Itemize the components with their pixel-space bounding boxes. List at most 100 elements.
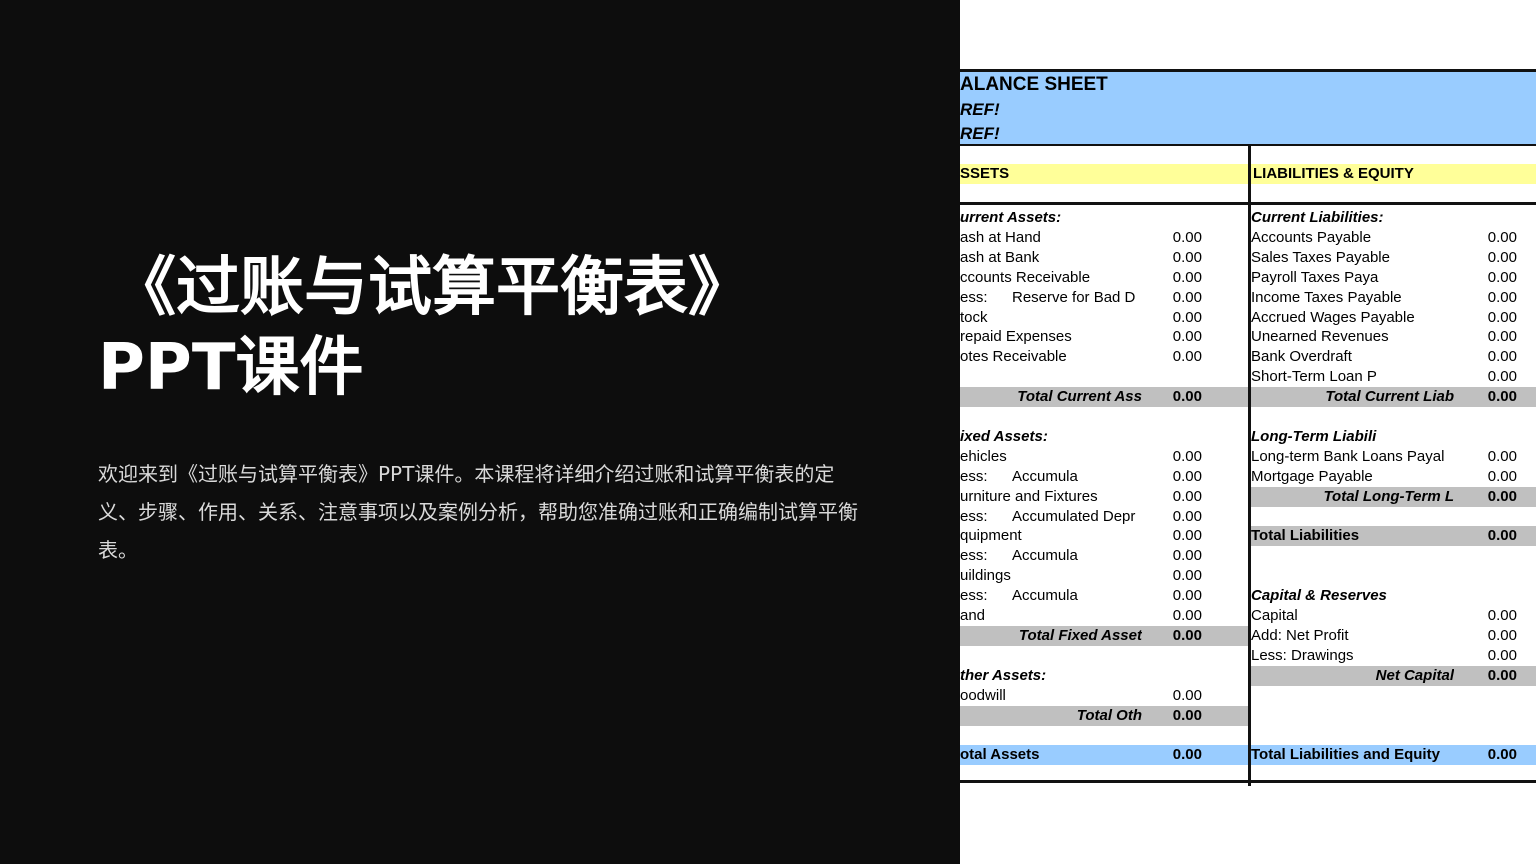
table-row: urniture and Fixtures 0.00 xyxy=(960,487,1248,507)
row-value: 0.00 xyxy=(1172,527,1202,545)
row-label: Short-Term Loan P xyxy=(1251,368,1377,386)
sheet-ref-2: REF! xyxy=(960,124,1000,143)
table-row: Long-term Bank Loans Payal 0.00 xyxy=(1251,447,1536,467)
section-heading: ixed Assets: xyxy=(960,427,1248,447)
row-value: 0.00 xyxy=(1487,368,1517,386)
row-label: Total Fixed Asset xyxy=(1018,626,1142,644)
section-heading: urrent Assets: xyxy=(960,208,1248,228)
total-row: Total Current Ass 0.00 xyxy=(960,387,1248,408)
row-value: 0.00 xyxy=(1487,328,1517,346)
row-label: ess: Reserve for Bad D xyxy=(960,288,1136,306)
row-label: Capital xyxy=(1251,607,1298,624)
total-row: Total Long-Term L 0.00 xyxy=(1251,486,1536,507)
row-value: 0.00 xyxy=(1172,626,1202,644)
assets-header: SSETS xyxy=(960,164,1248,184)
row-label: ash at Bank xyxy=(960,248,1040,266)
blank-row xyxy=(1251,686,1536,706)
row-value: 0.00 xyxy=(1487,746,1517,764)
row-label: Net Capital xyxy=(1375,666,1454,684)
less-prefix: ess: xyxy=(960,288,988,306)
row-label: Payroll Taxes Paya xyxy=(1251,268,1379,286)
row-value: 0.00 xyxy=(1487,646,1517,664)
row-value: 0.00 xyxy=(1172,547,1202,565)
sheet-header: ALANCE SHEET REF! REF! xyxy=(960,72,1536,146)
total-row: Total Current Liab 0.00 xyxy=(1251,387,1536,408)
dark-panel: 《过账与试算平衡表》 PPT课件 欢迎来到《过账与试算平衡表》PPT课件。本课程… xyxy=(0,0,960,864)
row-label: ccounts Receivable xyxy=(960,268,1091,286)
table-row: oodwill 0.00 xyxy=(960,686,1248,706)
title-line-2: PPT课件 xyxy=(98,331,364,405)
row-label: quipment xyxy=(960,527,1022,545)
row-label: Current Liabilities: xyxy=(1251,209,1384,226)
total-row: Total Liabilities 0.00 xyxy=(1251,526,1536,547)
table-row: uildings 0.00 xyxy=(960,566,1248,586)
row-value: 0.00 xyxy=(1487,626,1517,644)
row-value: 0.00 xyxy=(1172,308,1202,326)
less-prefix: ess: xyxy=(960,547,988,565)
row-value: 0.00 xyxy=(1487,268,1517,286)
table-row: Bank Overdraft 0.00 xyxy=(1251,347,1536,367)
row-label: urniture and Fixtures xyxy=(960,487,1098,505)
row-label: ess: Accumula xyxy=(960,587,1078,605)
sheet-title: ALANCE SHEET xyxy=(960,74,1108,95)
table-row: ess: Accumula 0.00 xyxy=(960,586,1248,606)
table-row: Capital 0.00 xyxy=(1251,606,1536,626)
section-heading: ther Assets: xyxy=(960,666,1248,686)
row-label: Total Liabilities and Equity xyxy=(1251,746,1440,764)
row-label: ixed Assets: xyxy=(960,427,1048,445)
row-value: 0.00 xyxy=(1172,467,1202,485)
assets-rule xyxy=(960,202,1248,205)
blank-row xyxy=(1251,725,1536,745)
title-line-1: 《过账与试算平衡表》 xyxy=(112,251,752,325)
row-value: 0.00 xyxy=(1487,447,1517,465)
table-row: Add: Net Profit 0.00 xyxy=(1251,626,1536,646)
row-label: Unearned Revenues xyxy=(1251,328,1389,346)
balance-sheet-image: ALANCE SHEET REF! REF! SSETS LIABILITIES… xyxy=(960,0,1536,864)
row-value: 0.00 xyxy=(1172,587,1202,605)
row-value: 0.00 xyxy=(1487,666,1517,684)
section-heading: Capital & Reserves xyxy=(1251,586,1536,606)
table-row: ess: Accumula 0.00 xyxy=(960,546,1248,566)
table-row: ash at Hand 0.00 xyxy=(960,228,1248,248)
blank-row xyxy=(1251,706,1536,726)
row-label: Long-term Bank Loans Payal xyxy=(1251,447,1445,465)
row-label: ther Assets: xyxy=(960,666,1047,684)
row-label: otal Assets xyxy=(960,746,1040,764)
row-value: 0.00 xyxy=(1487,248,1517,266)
row-value: 0.00 xyxy=(1487,228,1517,246)
less-prefix: ess: xyxy=(960,507,988,525)
total-row: Total Fixed Asset 0.00 xyxy=(960,625,1248,646)
table-row: and 0.00 xyxy=(960,606,1248,626)
sheet-ref-1: REF! xyxy=(960,100,1000,119)
row-value: 0.00 xyxy=(1172,248,1202,266)
row-label: ess: Accumulated Depr xyxy=(960,507,1136,525)
row-value: 0.00 xyxy=(1172,507,1202,525)
row-value: 0.00 xyxy=(1487,527,1517,545)
blank-row xyxy=(1251,546,1536,566)
row-label: Accrued Wages Payable xyxy=(1251,308,1415,326)
liabilities-header: LIABILITIES & EQUITY xyxy=(1251,164,1536,184)
row-value: 0.00 xyxy=(1487,607,1517,624)
blank-row xyxy=(960,725,1248,745)
total-row: Total Liabilities and Equity 0.00 xyxy=(1251,745,1536,766)
row-label: Total Oth xyxy=(1076,706,1142,724)
row-value: 0.00 xyxy=(1172,686,1202,704)
row-label: ehicles xyxy=(960,447,1007,465)
row-value: 0.00 xyxy=(1172,447,1202,465)
blank-row xyxy=(1251,507,1536,527)
row-value: 0.00 xyxy=(1172,607,1202,624)
row-label: Sales Taxes Payable xyxy=(1251,248,1390,266)
blank-row xyxy=(960,407,1248,427)
table-row: ess: Reserve for Bad D 0.00 xyxy=(960,288,1248,308)
row-value: 0.00 xyxy=(1172,706,1202,724)
row-label: Capital & Reserves xyxy=(1251,587,1387,605)
row-value: 0.00 xyxy=(1172,567,1202,585)
row-label: Total Current Liab xyxy=(1325,388,1454,406)
row-value: 0.00 xyxy=(1487,388,1517,406)
table-row: ccounts Receivable 0.00 xyxy=(960,268,1248,288)
row-label: Total Liabilities xyxy=(1251,527,1360,545)
table-row: ess: Accumula 0.00 xyxy=(960,467,1248,487)
row-label: repaid Expenses xyxy=(960,328,1072,346)
blank-row xyxy=(960,367,1248,387)
slide-description: 欢迎来到《过账与试算平衡表》PPT课件。本课程将详细介绍过账和试算平衡表的定义、… xyxy=(98,462,858,562)
